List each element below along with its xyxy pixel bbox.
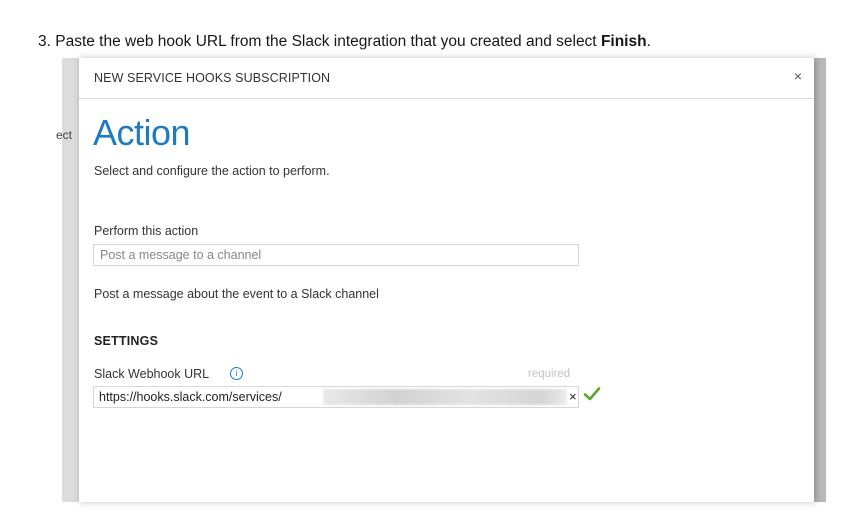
perform-action-field[interactable]: Post a message to a channel bbox=[93, 244, 579, 266]
dialog-header: NEW SERVICE HOOKS SUBSCRIPTION × bbox=[79, 58, 814, 99]
dialog-title: NEW SERVICE HOOKS SUBSCRIPTION bbox=[94, 71, 331, 85]
backdrop-left bbox=[62, 58, 78, 502]
backdrop-partial-text: ect bbox=[56, 128, 73, 142]
close-icon[interactable]: × bbox=[794, 68, 802, 84]
webhook-url-label: Slack Webhook URL bbox=[94, 367, 210, 381]
clear-icon[interactable]: × bbox=[569, 389, 577, 404]
webhook-url-value: https://hooks.slack.com/services/ bbox=[99, 390, 282, 404]
page-title: Action bbox=[93, 112, 191, 153]
settings-heading: SETTINGS bbox=[94, 334, 159, 348]
step-number: 3. bbox=[38, 33, 51, 50]
action-description: Post a message about the event to a Slac… bbox=[94, 287, 379, 301]
step-instruction: 3. Paste the web hook URL from the Slack… bbox=[38, 33, 651, 51]
page-subtitle: Select and configure the action to perfo… bbox=[94, 164, 330, 178]
info-icon[interactable]: i bbox=[230, 367, 243, 380]
redacted-region bbox=[323, 389, 567, 405]
checkmark-icon bbox=[583, 387, 601, 401]
step-text-end: . bbox=[646, 33, 651, 50]
required-label: required bbox=[528, 368, 571, 380]
webhook-url-input[interactable]: https://hooks.slack.com/services/ × bbox=[93, 386, 579, 408]
backdrop-right bbox=[813, 58, 826, 502]
service-hooks-dialog: NEW SERVICE HOOKS SUBSCRIPTION × Action … bbox=[78, 58, 814, 502]
step-text: Paste the web hook URL from the Slack in… bbox=[50, 33, 601, 50]
step-bold-finish: Finish bbox=[600, 33, 647, 50]
perform-action-label: Perform this action bbox=[94, 224, 199, 238]
